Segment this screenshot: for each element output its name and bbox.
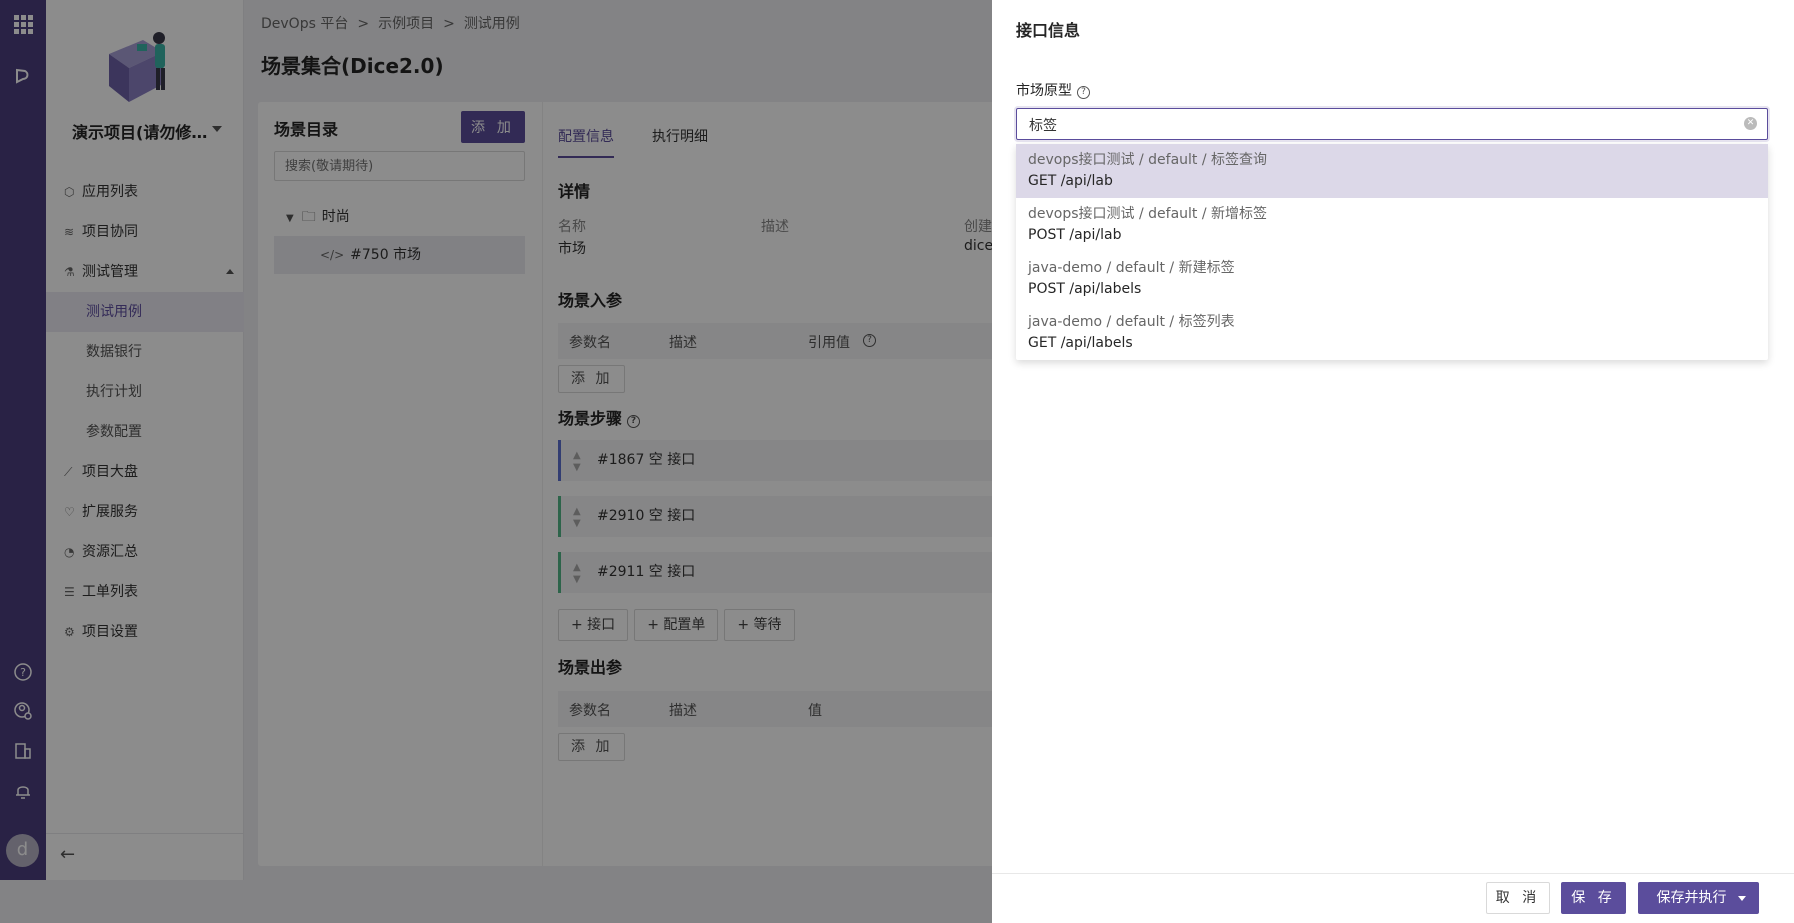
select-value: 标签: [1029, 118, 1057, 134]
clear-icon[interactable]: ✕: [1744, 117, 1757, 130]
dropdown-option[interactable]: devops接口测试 / default / 新增标签 POST /api/la…: [1016, 198, 1768, 252]
save-button[interactable]: 保 存: [1561, 882, 1626, 914]
option-method: GET /api/lab: [1028, 173, 1113, 189]
api-info-drawer: 接口信息 市场原型? 标签 ✕ devops接口测试 / default / 标…: [992, 0, 1794, 923]
drawer-footer: 取 消 保 存 保存并执行: [992, 873, 1794, 923]
dropdown-option[interactable]: java-demo / default / 标签列表 GET /api/labe…: [1016, 306, 1768, 360]
save-and-run-label: 保存并执行: [1656, 890, 1727, 906]
dropdown-option[interactable]: devops接口测试 / default / 标签查询 GET /api/lab: [1016, 144, 1768, 198]
drawer-title: 接口信息: [1016, 21, 1081, 40]
save-and-run-button[interactable]: 保存并执行: [1638, 882, 1759, 914]
option-method: GET /api/labels: [1028, 335, 1133, 351]
field-label-text: 市场原型: [1016, 83, 1072, 99]
select-dropdown: devops接口测试 / default / 标签查询 GET /api/lab…: [1016, 144, 1768, 360]
option-path: java-demo / default / 标签列表: [1028, 314, 1235, 330]
option-method: POST /api/labels: [1028, 281, 1142, 297]
option-path: devops接口测试 / default / 标签查询: [1028, 152, 1268, 168]
help-icon[interactable]: ?: [1077, 86, 1090, 99]
option-path: devops接口测试 / default / 新增标签: [1028, 206, 1268, 222]
market-prototype-select[interactable]: 标签 ✕: [1016, 108, 1768, 140]
option-path: java-demo / default / 新建标签: [1028, 260, 1235, 276]
cancel-button[interactable]: 取 消: [1486, 882, 1550, 914]
field-label: 市场原型?: [1016, 80, 1090, 100]
chevron-down-icon[interactable]: [1738, 896, 1746, 901]
option-method: POST /api/lab: [1028, 227, 1122, 243]
dropdown-option[interactable]: java-demo / default / 新建标签 POST /api/lab…: [1016, 252, 1768, 306]
